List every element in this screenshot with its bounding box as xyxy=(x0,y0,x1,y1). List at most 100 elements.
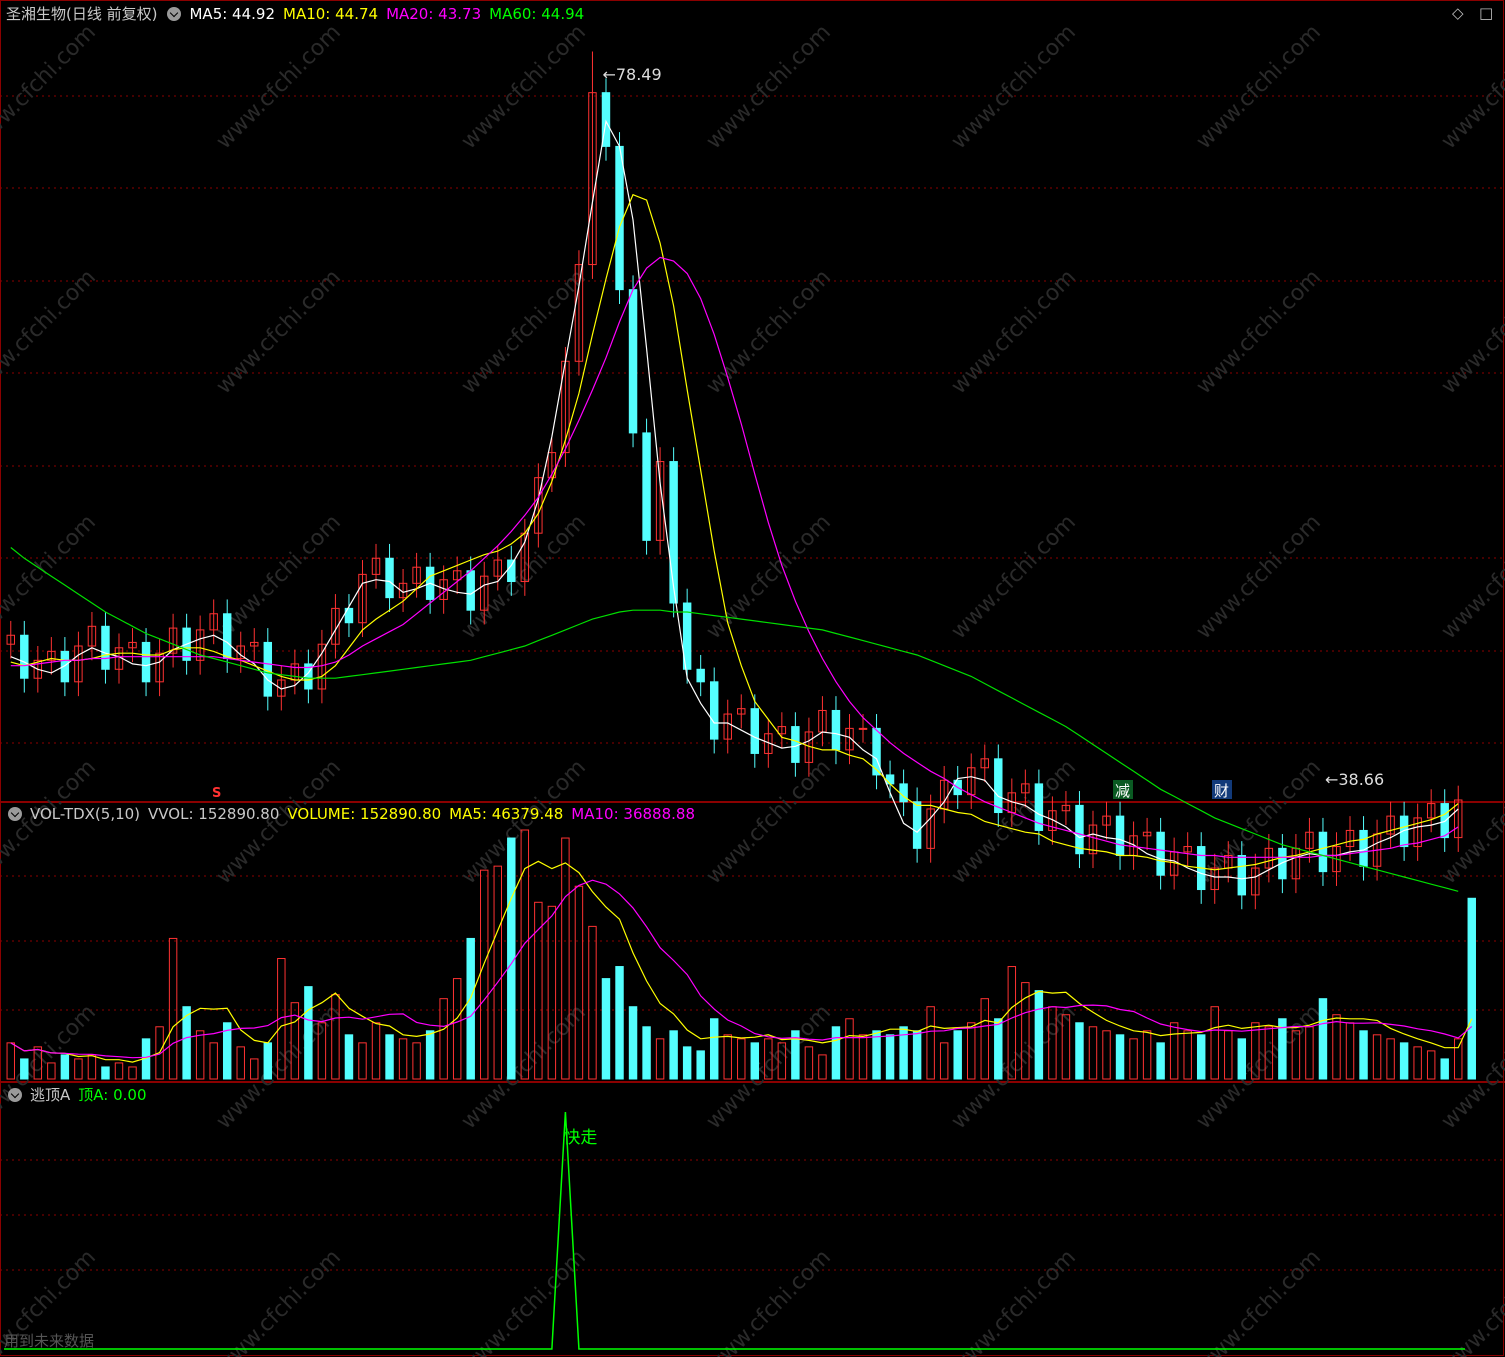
volume-bar xyxy=(831,1026,841,1080)
candle-body xyxy=(912,801,922,849)
volume-bar xyxy=(1196,1034,1206,1080)
volume-bar xyxy=(168,937,178,1080)
watermark-text: www.cfchi.com xyxy=(1437,510,1505,644)
watermark-text: www.cfchi.com xyxy=(457,510,591,644)
vol-ma10-legend: MA10: 36888.88 xyxy=(571,805,695,823)
volume-bar xyxy=(385,1034,394,1080)
volume-bar xyxy=(20,1058,29,1080)
volume-bar xyxy=(128,1066,137,1080)
volume-bar xyxy=(1413,1046,1422,1080)
volume-bar xyxy=(398,1038,408,1080)
watermark-text: www.cfchi.com xyxy=(0,20,101,154)
candle-body xyxy=(385,557,394,599)
volume-bar xyxy=(1399,1042,1409,1080)
candle-body xyxy=(642,432,651,541)
watermark-text: www.cfchi.com xyxy=(702,1000,836,1134)
watermark-text: www.cfchi.com xyxy=(1437,265,1505,399)
volume-legend: VOLUME: 152890.80 xyxy=(287,805,442,823)
volume-bar xyxy=(1034,990,1044,1080)
volume-bar xyxy=(507,837,516,1080)
candle-body xyxy=(466,570,475,611)
vol-indicator-name: VOL-TDX(5,10) xyxy=(30,805,141,823)
volume-bar xyxy=(967,1022,976,1080)
volume-bar xyxy=(858,1034,868,1080)
watermark-text: www.cfchi.com xyxy=(1192,1245,1326,1357)
candle-body xyxy=(1075,804,1084,855)
indicator-header: 逃顶A 顶A: 0.00 xyxy=(6,1085,154,1105)
volume-bar xyxy=(709,1018,719,1080)
candle-body xyxy=(1237,855,1247,896)
volume-bar xyxy=(845,1018,854,1080)
watermark-text: www.cfchi.com xyxy=(702,20,836,154)
indicator-value: 顶A: 0.00 xyxy=(78,1086,147,1104)
watermark-layer: www.cfchi.com www.cfchi.com www.cfchi.com w… xyxy=(0,20,1505,1357)
ma10-legend: MA10: 44.74 xyxy=(283,5,379,23)
volume-bar xyxy=(1318,998,1328,1080)
volume-bar xyxy=(480,869,489,1080)
candle-body xyxy=(791,726,800,763)
candle-body xyxy=(20,634,29,679)
volume-bar xyxy=(615,966,624,1080)
watermark-text: www.cfchi.com xyxy=(457,1000,591,1134)
high-price-label: ←78.49 xyxy=(602,65,661,84)
watermark-text: www.cfchi.com xyxy=(457,20,591,154)
watermark-text: www.cfchi.com xyxy=(702,755,836,889)
s-marker: S xyxy=(212,786,221,801)
volume-bar xyxy=(926,1006,935,1080)
volume-bar xyxy=(209,1042,218,1080)
candle-body xyxy=(831,709,841,751)
volume-bar xyxy=(87,1054,97,1080)
candle-body xyxy=(1115,815,1125,857)
watermark-text: www.cfchi.com xyxy=(212,1245,346,1357)
collapse-toggle-icon[interactable] xyxy=(167,7,182,21)
ma20-legend: MA20: 43.73 xyxy=(386,5,482,23)
ma5-legend: MA5: 44.92 xyxy=(189,5,275,23)
volume-bar xyxy=(344,1034,354,1080)
vvol-legend: VVOL: 152890.80 xyxy=(148,805,280,823)
vol-ma5-legend: MA5: 46379.48 xyxy=(449,805,564,823)
square-icon[interactable]: □ xyxy=(1479,4,1493,22)
candle-body xyxy=(994,758,1003,814)
volume-bar xyxy=(682,1046,692,1080)
collapse-toggle-icon[interactable] xyxy=(8,807,22,821)
volume-bar xyxy=(452,978,462,1080)
candles-layer xyxy=(6,51,1463,910)
watermark-text: www.cfchi.com xyxy=(1192,20,1326,154)
volume-bar xyxy=(1359,1030,1368,1080)
volume-bar xyxy=(574,885,584,1080)
volume-bar xyxy=(358,1042,367,1080)
volume-bar xyxy=(1156,1042,1165,1080)
watermark-text: www.cfchi.com xyxy=(1192,510,1326,644)
volume-bar xyxy=(1183,1030,1192,1080)
candle-body xyxy=(709,681,719,740)
watermark-text: www.cfchi.com xyxy=(1437,1245,1505,1357)
collapse-toggle-icon[interactable] xyxy=(8,1088,22,1102)
volume-bar xyxy=(60,1054,70,1080)
chart-canvas[interactable]: www.cfchi.com www.cfchi.com www.cfchi.com w… xyxy=(0,0,1505,1357)
watermark-text: www.cfchi.com xyxy=(457,1245,591,1357)
cai-marker: 财 xyxy=(1214,782,1229,800)
candle-body xyxy=(507,559,516,583)
diamond-icon[interactable]: ◇ xyxy=(1452,4,1464,22)
watermark-text: www.cfchi.com xyxy=(947,1000,1081,1134)
indicator-name: 逃顶A xyxy=(30,1086,71,1104)
volume-bar xyxy=(304,986,313,1080)
candle-body xyxy=(858,727,868,730)
volume-bar xyxy=(669,1030,678,1080)
volume-bar xyxy=(980,998,989,1080)
volume-bar xyxy=(466,937,475,1080)
watermark-text: www.cfchi.com xyxy=(702,265,836,399)
price-header: 圣湘生物(日线 前复权) MA5: 44.92 MA10: 44.74 MA20: 4… xyxy=(6,4,592,24)
volume-bar xyxy=(696,1050,705,1080)
volume-bar xyxy=(723,1034,732,1080)
candle-body xyxy=(899,783,908,803)
candle-body xyxy=(1156,831,1165,876)
stock-title: 圣湘生物(日线 前复权) xyxy=(6,5,158,23)
volume-bar xyxy=(1237,1038,1247,1080)
volume-bar xyxy=(1129,1038,1138,1080)
candle-body xyxy=(141,641,151,683)
volume-bar xyxy=(1210,1006,1219,1080)
volume-bar xyxy=(1332,1014,1341,1080)
candle-body xyxy=(101,625,110,670)
volume-bar xyxy=(750,1042,760,1080)
